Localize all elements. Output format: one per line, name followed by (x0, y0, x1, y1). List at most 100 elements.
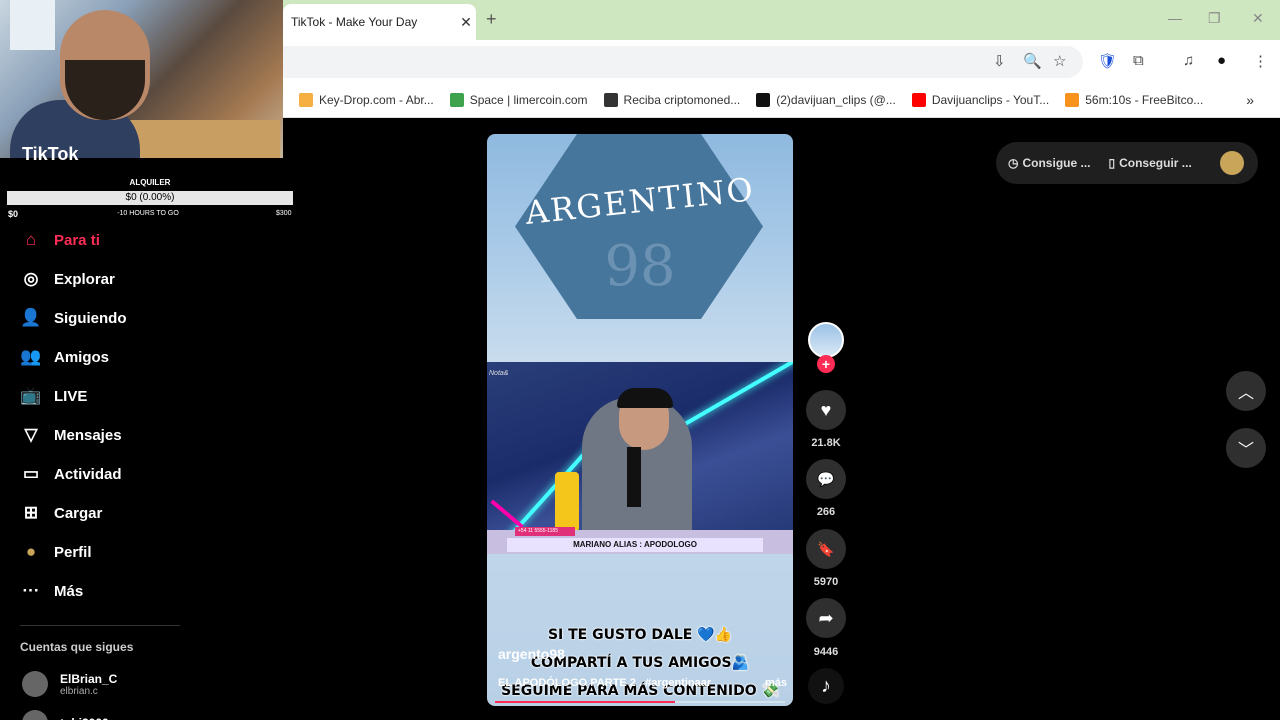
nav-mas[interactable]: ··· Más (20, 580, 84, 602)
bookmarks-bar: Key-Drop.com - Abr... Space | limercoin.… (283, 82, 1280, 118)
bookmark-item[interactable]: Davijuanclips - YouT... (911, 92, 1049, 107)
profile-icon[interactable]: ● (1217, 52, 1226, 69)
media-control-icon[interactable]: ♫ (1183, 52, 1194, 69)
clip-watermark: Nota& (489, 370, 509, 377)
avatar (22, 710, 48, 720)
nav-label: Perfil (54, 543, 92, 561)
address-bar[interactable]: ⇩ 🔍 ☆ (283, 46, 1083, 78)
channel-logo-number: 98 (604, 234, 676, 299)
account-handle: elbrian.c (60, 685, 98, 697)
video-author[interactable]: argento98 (498, 646, 565, 662)
video-progress-fill (495, 701, 675, 703)
bookmark-item[interactable]: (2)davijuan_clips (@... (756, 92, 896, 107)
browser-toolbar: ⇩ 🔍 ☆ 🛡 ⧉ ♫ ● ⋮ (283, 40, 1280, 82)
tab-title: TikTok - Make Your Day (291, 15, 418, 29)
bookmarks-more-icon[interactable]: » (1246, 92, 1254, 108)
get-coins-button[interactable]: Consigue ... (1022, 156, 1090, 170)
share-icon: ➦ (818, 607, 834, 628)
phone-icon: ▯ (1108, 156, 1116, 170)
lower-third-caption: MARIANO ALIAS : APODOLOGO (507, 538, 763, 552)
close-window-icon[interactable]: ✕ (1252, 10, 1264, 27)
zoom-icon[interactable]: 🔍 (1023, 52, 1042, 70)
nav-live[interactable]: 📺 LIVE (20, 385, 87, 407)
webcam-window (10, 0, 55, 50)
nav-explorar[interactable]: ◎ Explorar (20, 268, 115, 290)
video-progress-bar[interactable] (495, 701, 785, 703)
bookmark-star-icon[interactable]: ☆ (1053, 52, 1066, 70)
get-app-button[interactable]: Conseguir ... (1119, 156, 1192, 170)
creator-avatar[interactable] (808, 322, 844, 358)
avatar[interactable] (1220, 151, 1244, 175)
screen: TikTok - Make Your Day ✕ + — ❐ ✕ ⇩ 🔍 ☆ 🛡… (0, 0, 1280, 720)
nav-label: Amigos (54, 348, 110, 366)
more-link[interactable]: más (765, 677, 787, 689)
overlay-text-line: SI TE GUSTO DALE 💙👍 (547, 627, 733, 643)
webcam-table (130, 120, 280, 158)
nav-label: Explorar (54, 270, 115, 288)
nav-mensajes[interactable]: ▽ Mensajes (20, 424, 121, 446)
nav-label: Cargar (54, 504, 103, 522)
save-button[interactable]: 🔖 (806, 529, 846, 569)
get-app-pill: ◷ Consigue ... ▯ Conseguir ... (996, 142, 1258, 184)
webcam-overlay (0, 0, 283, 158)
compass-icon: ◎ (23, 269, 39, 288)
more-dots-icon: ··· (22, 581, 40, 600)
following-section-title: Cuentas que sigues (20, 640, 134, 654)
tab-close-icon[interactable]: ✕ (456, 14, 476, 31)
chevron-up-icon: ︿ (1237, 385, 1254, 402)
minimize-icon[interactable]: — (1168, 10, 1182, 26)
nav-label: LIVE (54, 387, 88, 405)
followed-account[interactable]: ElBrian_C elbrian.c (22, 671, 117, 697)
video-player[interactable]: ARGENTINO 98 Nota& +54 11 5555-1185 MARI… (487, 134, 793, 706)
phone-tag: +54 11 5555-1185 (515, 527, 575, 536)
bookmark-icon: 🔖 (817, 540, 835, 557)
bookmark-label: (2)davijuan_clips (@... (776, 92, 896, 107)
extensions-icon[interactable]: ⧉ (1133, 52, 1144, 69)
donation-time-left: -10 HOURS TO GO (117, 210, 179, 217)
previous-video-button[interactable]: ︿ (1226, 371, 1266, 411)
install-icon[interactable]: ⇩ (993, 52, 1006, 70)
shield-icon[interactable]: 🛡 (1098, 52, 1117, 70)
bookmark-label: 56m:10s - FreeBitco... (1085, 92, 1204, 107)
like-count: 21.8K (811, 437, 841, 449)
bookmark-label: Reciba criptomoned... (623, 92, 741, 107)
bookmark-favicon (911, 92, 926, 107)
bookmark-favicon (449, 92, 464, 107)
comment-count: 266 (816, 506, 836, 518)
browser-tab[interactable]: TikTok - Make Your Day ✕ (283, 4, 476, 40)
bookmark-item[interactable]: Space | limercoin.com (449, 92, 588, 107)
nav-siguiendo[interactable]: 👤 Siguiendo (20, 307, 126, 329)
nav-label: Actividad (54, 465, 122, 483)
bookmark-favicon (756, 92, 771, 107)
maximize-icon[interactable]: ❐ (1208, 10, 1221, 27)
share-button[interactable]: ➦ (806, 598, 846, 638)
next-video-button[interactable]: ﹀ (1226, 428, 1266, 468)
bookmark-item[interactable]: 56m:10s - FreeBitco... (1065, 92, 1204, 107)
bookmark-favicon (299, 92, 313, 107)
comment-button[interactable]: 💬 (806, 459, 846, 499)
like-button[interactable]: ♥ (806, 390, 846, 430)
bookmark-item[interactable]: Reciba criptomoned... (603, 92, 741, 107)
nav-amigos[interactable]: 👥 Amigos (20, 346, 109, 368)
bookmark-label: Space | limercoin.com (469, 92, 588, 107)
follow-plus-icon[interactable]: + (817, 355, 835, 373)
nav-cargar[interactable]: ⊞ Cargar (20, 502, 102, 524)
donation-max: $300 (276, 210, 292, 217)
bookmark-item[interactable]: Key-Drop.com - Abr... (299, 92, 434, 107)
nav-label: Más (54, 582, 84, 600)
new-tab-icon[interactable]: + (486, 9, 497, 30)
menu-icon[interactable]: ⋮ (1253, 52, 1268, 70)
nav-para-ti[interactable]: ⌂ Para ti (20, 229, 100, 251)
bottle (555, 472, 579, 532)
nav-perfil[interactable]: ● Perfil (20, 541, 92, 563)
account-name: tobi2000 (60, 716, 109, 720)
tiktok-logo[interactable]: TikTok (22, 144, 78, 165)
followed-account[interactable]: tobi2000 (22, 710, 109, 720)
home-icon: ⌂ (25, 230, 37, 249)
music-disc-icon[interactable]: ♪ (808, 668, 844, 704)
nav-actividad[interactable]: ▭ Actividad (20, 463, 122, 485)
activity-icon: ▭ (22, 464, 40, 483)
bookmark-label: Key-Drop.com - Abr... (319, 92, 434, 107)
donation-goal-widget: ALQUILER $0 (0.00%) $0 -10 HOURS TO GO $… (0, 178, 293, 222)
speaker-cap (617, 388, 673, 408)
